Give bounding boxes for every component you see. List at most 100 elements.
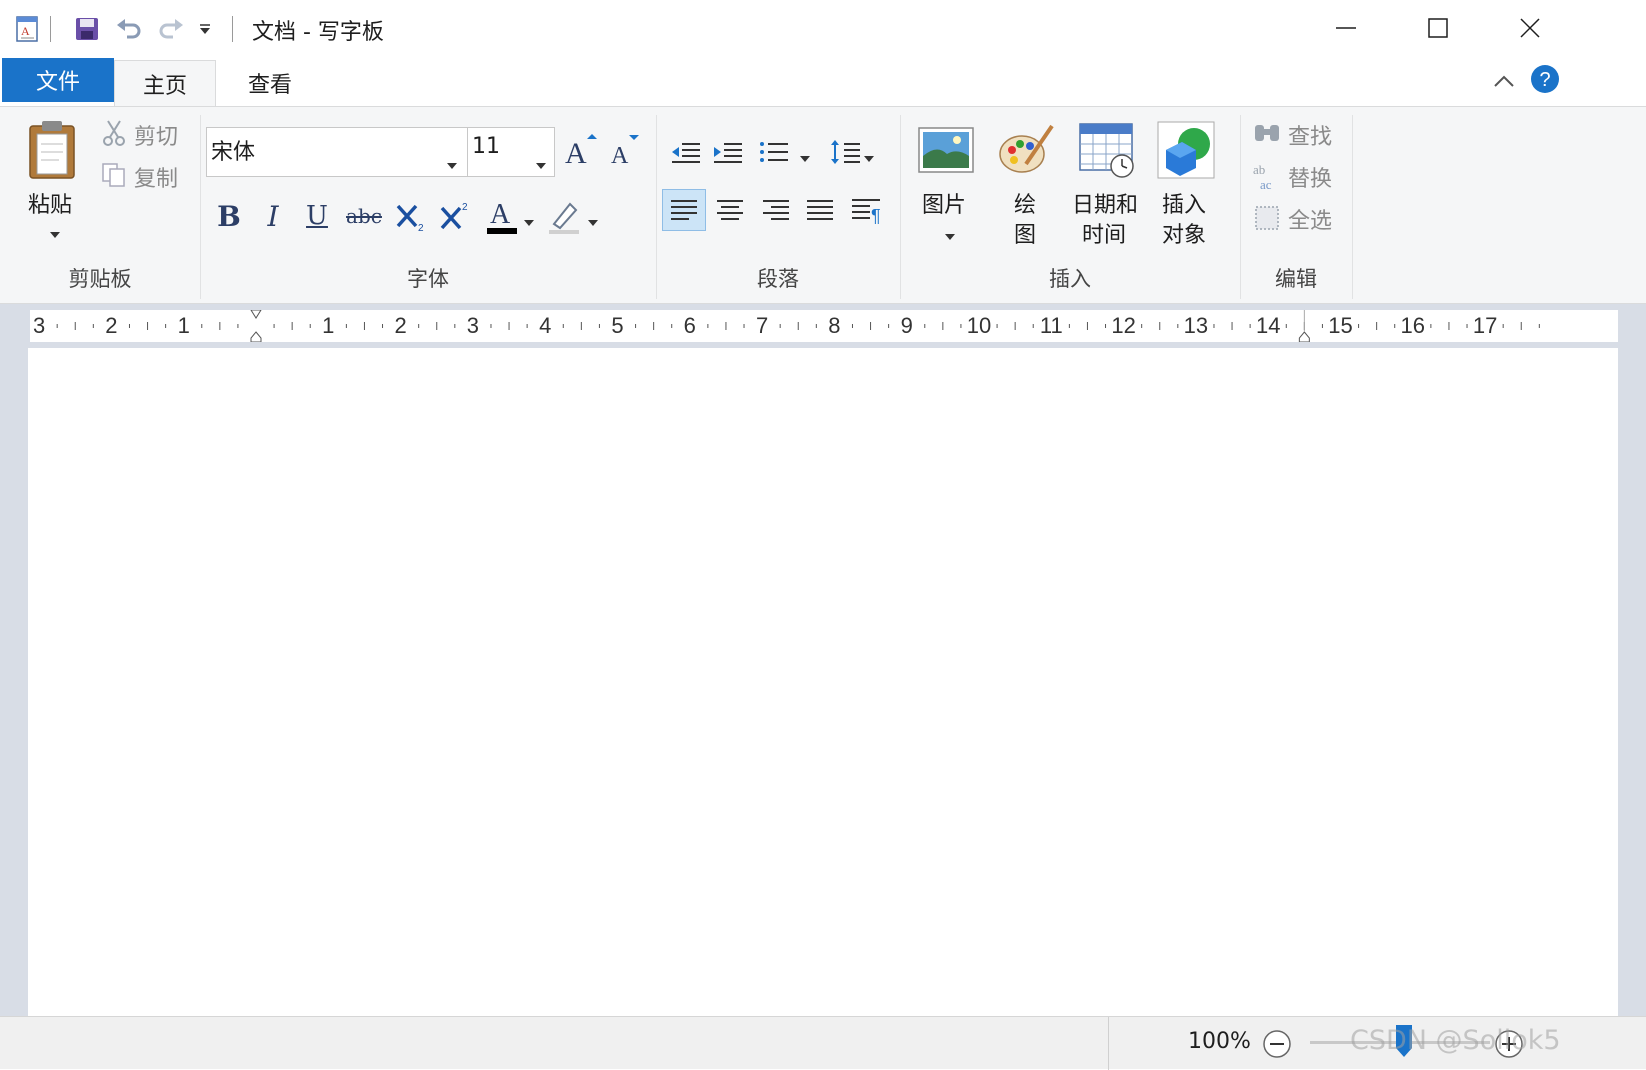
bullets-icon[interactable]	[754, 133, 794, 171]
font-size-combo[interactable]: 11	[467, 127, 555, 177]
ruler-number: 2	[105, 313, 117, 338]
help-icon[interactable]: ?	[1530, 64, 1560, 94]
align-left-icon[interactable]	[662, 189, 706, 231]
datetime-label-line1[interactable]: 日期和	[1072, 187, 1138, 219]
font-size-dropdown-icon[interactable]	[536, 150, 546, 175]
ruler-number: 17	[1473, 313, 1497, 338]
font-family-combo[interactable]: 宋体	[206, 127, 468, 177]
underline-icon[interactable]: U	[296, 195, 338, 237]
insert-group-label: 插入	[1049, 267, 1091, 291]
text-color-dropdown-icon[interactable]	[524, 211, 534, 230]
subscript-icon[interactable]: 2	[392, 195, 432, 237]
left-indent-marker[interactable]	[250, 309, 262, 343]
paint-drawing-icon[interactable]	[994, 119, 1058, 181]
maximize-button[interactable]	[1392, 0, 1484, 56]
ruler-number: 8	[828, 313, 840, 338]
cut-button[interactable]: 剪切	[134, 119, 178, 151]
find-icon[interactable]	[1252, 119, 1282, 149]
ruler-number: 1	[178, 313, 190, 338]
font-size-value: 11	[472, 134, 500, 159]
picture-dropdown-icon[interactable]	[945, 225, 955, 244]
paste-dropdown-icon[interactable]	[50, 223, 60, 242]
ribbon-tab-row: 文件 主页 查看 ?	[0, 56, 1646, 107]
strikethrough-icon[interactable]: abc	[340, 195, 388, 237]
select-all-icon[interactable]	[1254, 205, 1280, 231]
paint-label-line1[interactable]: 绘	[1014, 187, 1036, 219]
title-separator	[232, 16, 233, 42]
align-center-icon[interactable]	[708, 189, 752, 231]
watermark: CSDN @Sollok5	[1350, 1025, 1561, 1056]
ribbon: 粘贴 剪切 复制 剪贴板 宋体 11 A A B I U abc 2 2 A 字…	[0, 106, 1646, 304]
ruler-number: 15	[1328, 313, 1352, 338]
svg-text:A: A	[611, 143, 629, 169]
datetime-label-line2[interactable]: 时间	[1082, 217, 1126, 249]
bullets-dropdown-icon[interactable]	[800, 147, 810, 166]
redo-icon[interactable]	[156, 14, 186, 44]
minimize-button[interactable]	[1300, 0, 1392, 56]
cut-icon[interactable]	[100, 119, 128, 147]
close-button[interactable]	[1484, 0, 1576, 56]
svg-text:ac: ac	[1260, 177, 1272, 191]
window-title: 文档 - 写字板	[252, 20, 384, 45]
copy-button[interactable]: 复制	[134, 161, 178, 193]
decrease-indent-icon[interactable]	[666, 133, 706, 171]
object-label-line2[interactable]: 对象	[1162, 217, 1206, 249]
replace-icon[interactable]: ab ac	[1252, 161, 1282, 192]
ruler-scale: 3 2 1 1 2 3 4 5 6 7 8 9 10 11 12 13 14 15 16 17	[33, 309, 1540, 343]
object-label-line1[interactable]: 插入	[1162, 187, 1206, 219]
qa-separator	[50, 16, 51, 42]
document-page[interactable]	[28, 348, 1618, 1016]
paragraph-icon[interactable]: ¶	[844, 189, 888, 231]
zoom-out-icon[interactable]	[1262, 1029, 1292, 1059]
customize-dropdown-icon[interactable]	[192, 14, 218, 44]
svg-text:A: A	[21, 24, 30, 38]
editing-group-label: 编辑	[1275, 267, 1317, 291]
date-time-icon[interactable]	[1074, 119, 1138, 181]
paste-label[interactable]: 粘贴	[28, 187, 72, 219]
tab-home[interactable]: 主页	[114, 60, 216, 107]
insert-picture-button[interactable]: 图片	[922, 187, 966, 219]
insert-object-icon[interactable]	[1154, 119, 1218, 181]
find-button[interactable]: 查找	[1288, 119, 1332, 151]
save-icon[interactable]	[72, 14, 102, 44]
ruler-number: 5	[611, 313, 623, 338]
undo-icon[interactable]	[114, 14, 144, 44]
paste-icon[interactable]	[22, 115, 82, 185]
font-family-dropdown-icon[interactable]	[447, 150, 457, 175]
tab-view[interactable]: 查看	[216, 60, 324, 106]
paint-label-line2[interactable]: 图	[1014, 217, 1036, 249]
justify-icon[interactable]	[798, 189, 842, 231]
svg-text:ab: ab	[1253, 162, 1265, 177]
svg-text:2: 2	[462, 202, 468, 213]
picture-icon[interactable]	[914, 121, 978, 181]
highlight-dropdown-icon[interactable]	[588, 211, 598, 230]
increase-indent-icon[interactable]	[708, 133, 748, 171]
right-indent-marker[interactable]	[1298, 331, 1310, 343]
title-bar: A 文档 - 写字板	[0, 0, 1646, 56]
line-spacing-icon[interactable]	[826, 133, 866, 171]
superscript-icon[interactable]: 2	[436, 195, 476, 237]
ruler-number: 6	[684, 313, 696, 338]
wordpad-icon[interactable]: A	[12, 14, 42, 44]
select-all-button[interactable]: 全选	[1288, 203, 1332, 235]
grow-font-icon[interactable]: A	[562, 131, 600, 171]
ruler-number: 16	[1401, 313, 1425, 338]
replace-button[interactable]: 替换	[1288, 161, 1332, 193]
tab-file[interactable]: 文件	[2, 58, 114, 102]
highlight-icon[interactable]	[544, 193, 586, 239]
text-color-icon[interactable]: A	[482, 193, 522, 239]
paragraph-group-label: 段落	[757, 267, 799, 291]
ruler-number: 13	[1184, 313, 1208, 338]
ruler-number: 9	[901, 313, 913, 338]
ruler-number: 3	[33, 313, 45, 338]
ruler-number: 3	[467, 313, 479, 338]
horizontal-ruler[interactable]: 3 2 1 1 2 3 4 5 6 7 8 9 10 11 12 13 14 15 16 17	[30, 309, 1618, 343]
shrink-font-icon[interactable]: A	[606, 131, 644, 171]
line-spacing-dropdown-icon[interactable]	[864, 147, 874, 166]
maximize-icon	[1428, 18, 1448, 38]
align-right-icon[interactable]	[754, 189, 798, 231]
collapse-ribbon-icon[interactable]	[1490, 68, 1518, 96]
copy-icon[interactable]	[100, 161, 128, 189]
italic-icon[interactable]: I	[252, 195, 294, 237]
bold-icon[interactable]: B	[208, 195, 250, 237]
